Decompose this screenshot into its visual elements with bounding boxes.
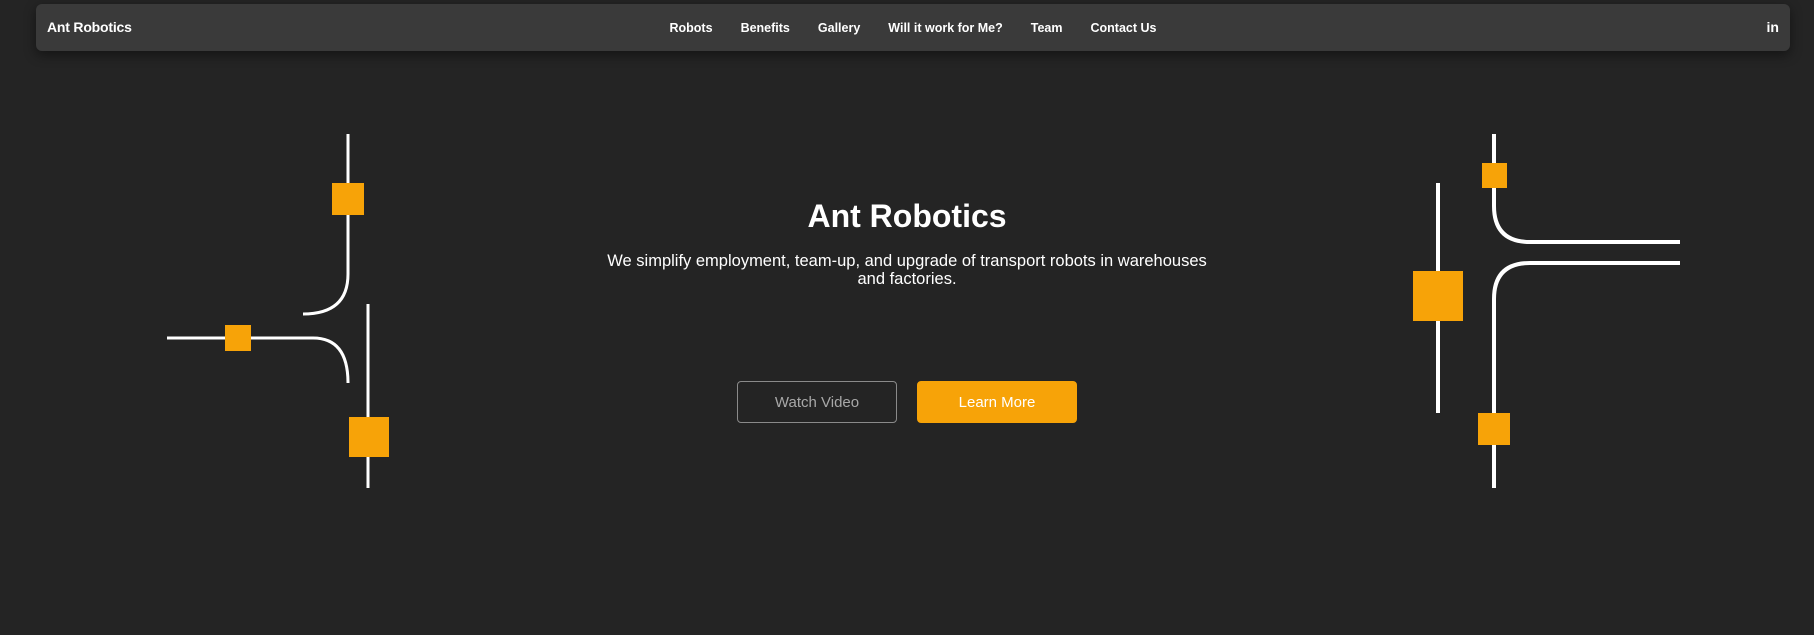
robot-block (349, 417, 389, 457)
right-track-bottom-curve (1492, 261, 1680, 488)
track-illustration (167, 134, 1680, 488)
watch-video-button[interactable]: Watch Video (737, 381, 897, 423)
left-track-horizontal-curve (167, 336, 350, 384)
robot-block (1482, 163, 1507, 188)
hero-subtitle: We simplify employment, team-up, and upg… (607, 252, 1207, 288)
learn-more-button[interactable]: Learn More (917, 381, 1077, 423)
hero-title: Ant Robotics (807, 198, 1007, 234)
robot-block (1413, 271, 1463, 321)
robot-block (1478, 413, 1510, 445)
robot-block (225, 325, 251, 351)
right-track-group (1436, 134, 1680, 488)
